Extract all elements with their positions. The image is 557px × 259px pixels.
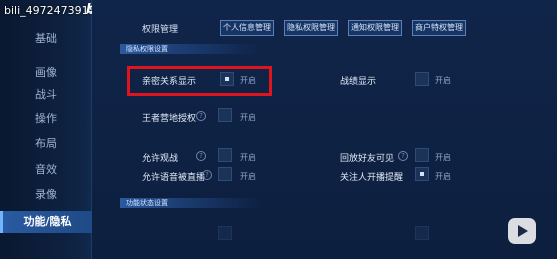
- follow-notify-label: 关注人开播提醒: [340, 173, 404, 183]
- sidebar-item-function-privacy[interactable]: 功能/隐私: [0, 211, 92, 233]
- help-icon[interactable]: ?: [196, 111, 206, 121]
- privacy-section-title: 隐私权限设置: [120, 44, 260, 54]
- permissions-label: 权限管理: [142, 25, 179, 35]
- help-icon[interactable]: ?: [202, 170, 212, 180]
- help-icon[interactable]: ?: [196, 151, 206, 161]
- function-toggle[interactable]: [415, 226, 429, 240]
- sidebar-item-battle[interactable]: 战斗: [0, 84, 92, 106]
- honor-auth-toggle[interactable]: [218, 108, 232, 122]
- sidebar-item-sound[interactable]: 音效: [0, 159, 92, 181]
- personal-info-button[interactable]: 个人信息管理: [220, 20, 274, 36]
- help-icon[interactable]: ?: [398, 151, 408, 161]
- sidebar-item-graphics[interactable]: 画像: [0, 62, 92, 84]
- allow-watch-toggle[interactable]: [218, 148, 232, 162]
- sidebar-item-basic[interactable]: 基础: [0, 28, 92, 50]
- battle-record-toggle[interactable]: [415, 72, 429, 86]
- merchant-privilege-button[interactable]: 商户特权管理: [412, 20, 466, 36]
- voice-live-label: 允许语音被直播: [142, 173, 206, 183]
- voice-live-state: 开启: [240, 172, 256, 181]
- main-panel: 权限管理 个人信息管理 隐私权限管理 通知权限管理 商户特权管理 隐私权限设置 …: [92, 0, 557, 259]
- sidebar-item-more[interactable]: [0, 240, 92, 259]
- follow-notify-toggle[interactable]: [415, 167, 429, 181]
- voice-live-toggle[interactable]: [218, 167, 232, 181]
- sidebar-item-control[interactable]: 操作: [0, 108, 92, 130]
- function-toggle[interactable]: [218, 226, 232, 240]
- allow-watch-label: 允许观战: [142, 154, 179, 164]
- allow-watch-state: 开启: [240, 153, 256, 162]
- highlight-annotation: [127, 66, 272, 96]
- play-icon[interactable]: [508, 218, 536, 244]
- honor-auth-state: 开启: [240, 113, 256, 122]
- function-section-title: 功能状态设置: [120, 198, 260, 208]
- replay-friends-label: 回放好友可见: [340, 154, 395, 164]
- battle-record-label: 战绩显示: [340, 77, 377, 87]
- battle-record-state: 开启: [435, 76, 451, 85]
- replay-friends-state: 开启: [435, 153, 451, 162]
- follow-notify-state: 开启: [435, 172, 451, 181]
- sidebar-item-layout[interactable]: 布局: [0, 133, 92, 155]
- replay-friends-toggle[interactable]: [415, 148, 429, 162]
- sidebar: 基础 画像 战斗 操作 布局 音效 录像 功能/隐私: [0, 0, 92, 259]
- sidebar-item-replay[interactable]: 录像: [0, 184, 92, 206]
- honor-auth-label: 王者营地授权: [142, 114, 197, 124]
- notification-permission-button[interactable]: 通知权限管理: [348, 20, 402, 36]
- privacy-permission-button[interactable]: 隐私权限管理: [284, 20, 338, 36]
